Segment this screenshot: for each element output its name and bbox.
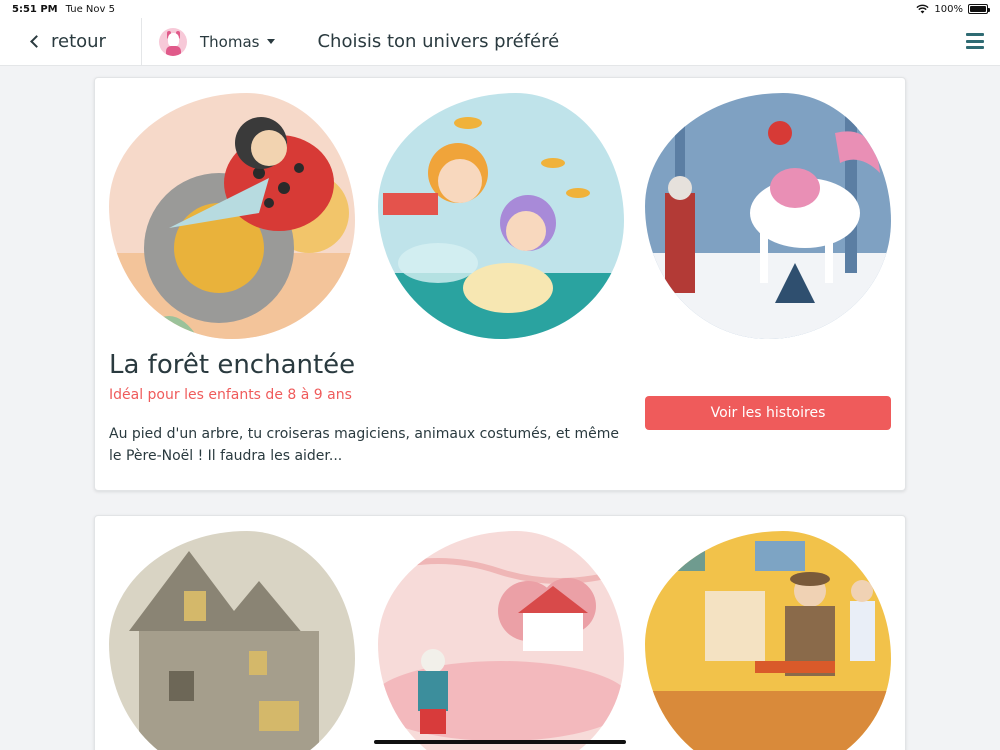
user-selector[interactable]: Thomas xyxy=(159,27,276,56)
status-bar: 5:51 PM Tue Nov 5 100% xyxy=(0,0,1000,18)
wifi-icon xyxy=(916,4,929,14)
user-name: Thomas xyxy=(200,32,260,51)
universe-title: La forêt enchantée xyxy=(109,350,356,380)
universe-description: Au pied d'un arbre, tu croiseras magicie… xyxy=(109,426,619,464)
view-stories-button[interactable]: Voir les histoires xyxy=(645,396,891,430)
hamburger-menu-icon[interactable] xyxy=(966,33,984,49)
status-right: 100% xyxy=(916,3,990,15)
battery-percent: 100% xyxy=(934,3,963,15)
painter-studio-illustration xyxy=(645,531,891,750)
age-range: Idéal pour les enfants de 8 à 9 ans xyxy=(109,387,352,403)
caret-down-icon xyxy=(267,39,276,44)
chevron-left-icon xyxy=(30,35,43,48)
unicorn-snow-illustration xyxy=(645,93,891,339)
universe-card[interactable] xyxy=(94,515,906,750)
ladybug-rocket-illustration xyxy=(109,93,355,339)
haunted-house-illustration xyxy=(109,531,355,750)
avatar xyxy=(159,27,187,56)
battery-icon xyxy=(968,4,990,14)
status-date: Tue Nov 5 xyxy=(65,3,115,15)
back-label: retour xyxy=(51,31,106,52)
status-time: 5:51 PM xyxy=(12,3,58,15)
page-title: Choisis ton univers préféré xyxy=(317,31,560,52)
nav-bar: retour Thomas Choisis ton univers préfér… xyxy=(0,17,1000,66)
fairies-illustration xyxy=(378,93,624,339)
back-button[interactable]: retour xyxy=(0,17,142,66)
pink-house-illustration xyxy=(378,531,624,750)
home-indicator[interactable] xyxy=(374,740,626,744)
universe-card[interactable]: La forêt enchantée Idéal pour les enfant… xyxy=(94,77,906,491)
